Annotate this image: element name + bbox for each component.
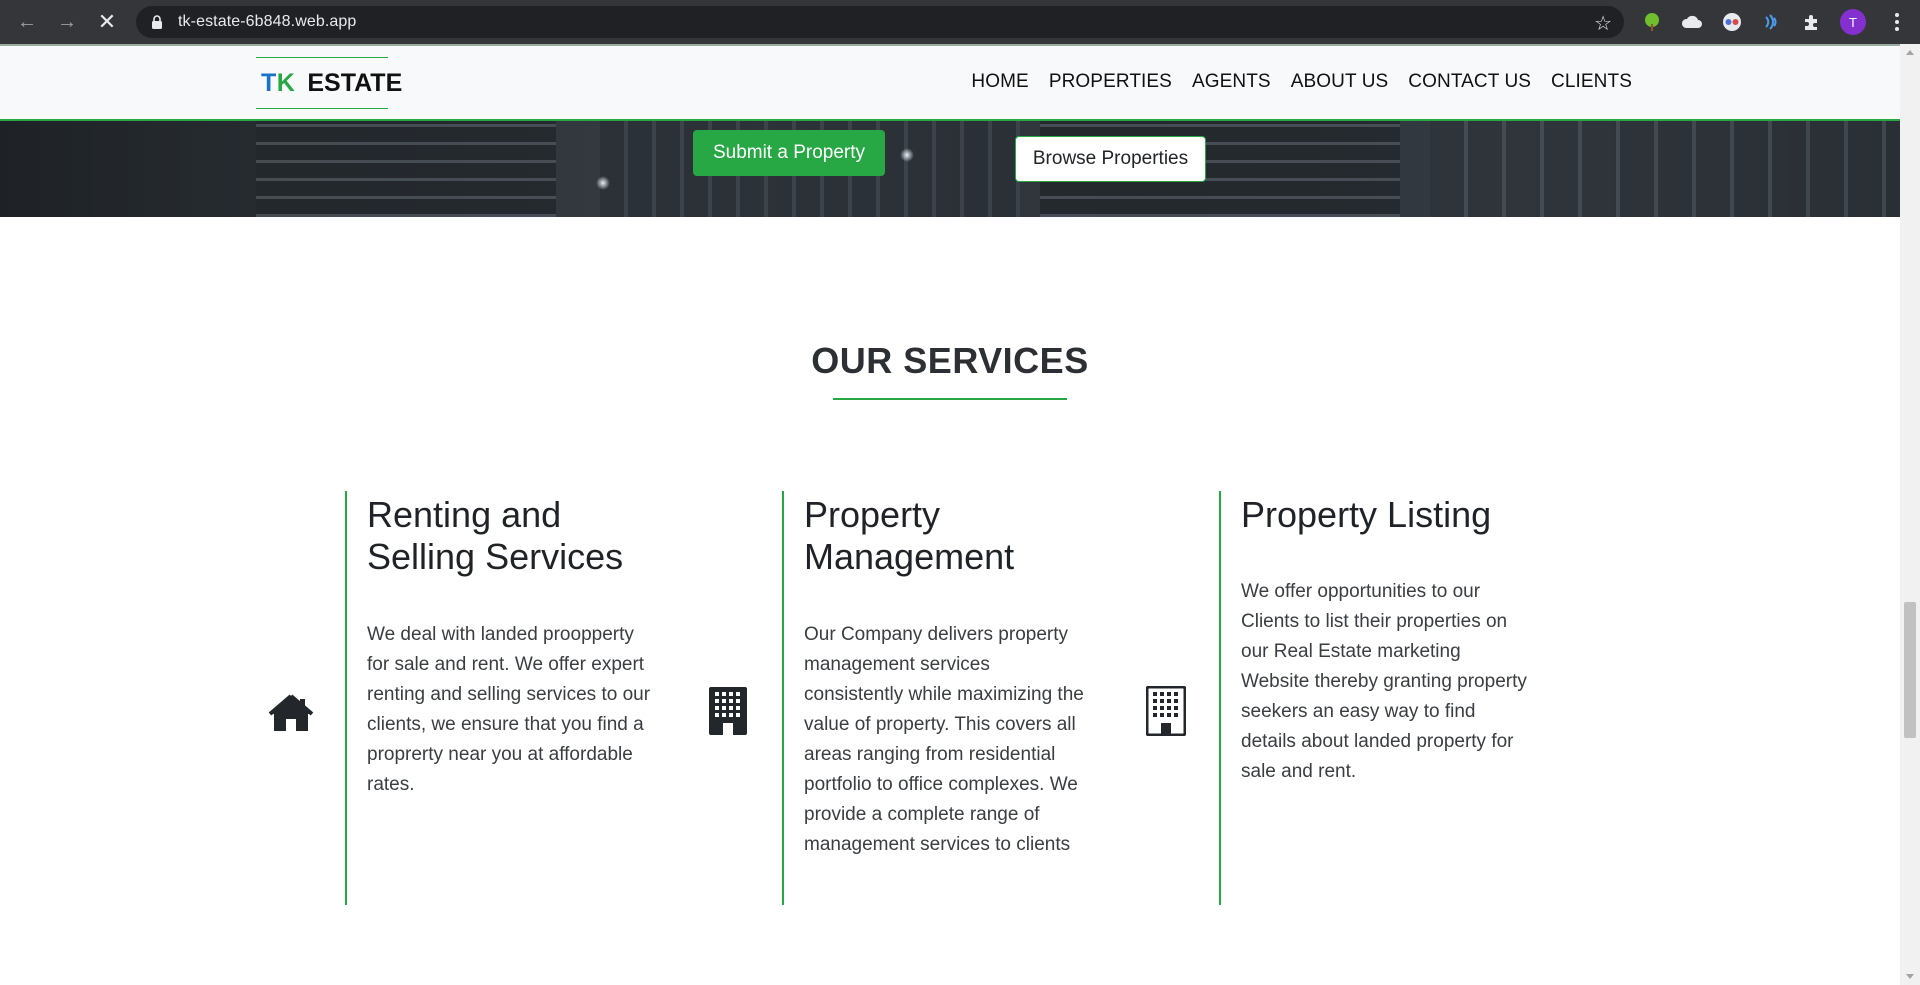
site-header: TK ESTATE HOME PROPERTIES AGENTS ABOUT U… [0,44,1900,121]
tree-extension-icon[interactable] [1640,10,1664,34]
service-card-listing: Property Listing We offer opportunities … [1219,491,1639,905]
scroll-thumb[interactable] [1904,602,1916,738]
cloud-extension-icon[interactable] [1680,10,1704,34]
nav-properties[interactable]: PROPERTIES [1049,71,1172,93]
page-viewport: Submit a Property Browse Properties TK E… [0,44,1920,985]
service-card-management: Property Management Our Company delivers… [782,491,1202,905]
service-heading: Renting and Selling Services [367,494,624,577]
forward-arrow-icon[interactable]: → [52,7,82,37]
service-heading: Property Listing [1241,494,1492,535]
url-text[interactable]: tk-estate-6b848.web.app [178,13,356,31]
building-icon [1140,683,1192,739]
bookmark-star-icon[interactable]: ☆ [1594,11,1612,36]
wave-extension-icon[interactable] [1760,10,1784,34]
light-glow [900,148,914,162]
profile-avatar[interactable]: T [1840,9,1866,35]
browser-menu-icon[interactable] [1884,9,1910,35]
nav-contact-us[interactable]: CONTACT US [1408,71,1531,93]
main-nav: HOME PROPERTIES AGENTS ABOUT US CONTACT … [971,71,1632,93]
house-icon [265,685,317,741]
page-scrollbar[interactable] [1900,44,1920,985]
nav-about-us[interactable]: ABOUT US [1291,71,1389,93]
browse-properties-button[interactable]: Browse Properties [1015,136,1206,182]
browser-toolbar: ← → ✕ tk-estate-6b848.web.app ☆ T [0,0,1920,44]
submit-property-button[interactable]: Submit a Property [693,130,885,176]
services-title: OUR SERVICES [811,340,1089,381]
service-heading: Property Management [804,494,1015,577]
glasses-extension-icon[interactable] [1720,10,1744,34]
brand-estate: ESTATE [307,68,403,97]
scroll-up-arrow-icon[interactable] [1906,50,1914,55]
page-content: Submit a Property Browse Properties TK E… [0,44,1900,985]
stop-loading-icon[interactable]: ✕ [92,7,122,37]
lock-icon [150,15,164,29]
back-arrow-icon[interactable]: ← [12,7,42,37]
address-bar[interactable]: tk-estate-6b848.web.app ☆ [136,6,1624,38]
nav-home[interactable]: HOME [971,71,1028,93]
service-description: We deal with landed proopperty for sale … [367,624,651,795]
nav-clients[interactable]: CLIENTS [1551,71,1632,93]
brand-logo[interactable]: TK ESTATE [256,57,402,109]
nav-agents[interactable]: AGENTS [1192,71,1271,93]
puzzle-extensions-icon[interactable] [1800,10,1824,34]
service-description: We offer opportunities to our Clients to… [1241,581,1527,782]
scroll-down-arrow-icon[interactable] [1906,974,1914,979]
title-underline [833,398,1067,400]
light-glow [596,176,610,190]
brand-tk: TK [261,68,296,97]
service-description: Our Company delivers property management… [804,624,1084,855]
building-icon [702,683,754,739]
